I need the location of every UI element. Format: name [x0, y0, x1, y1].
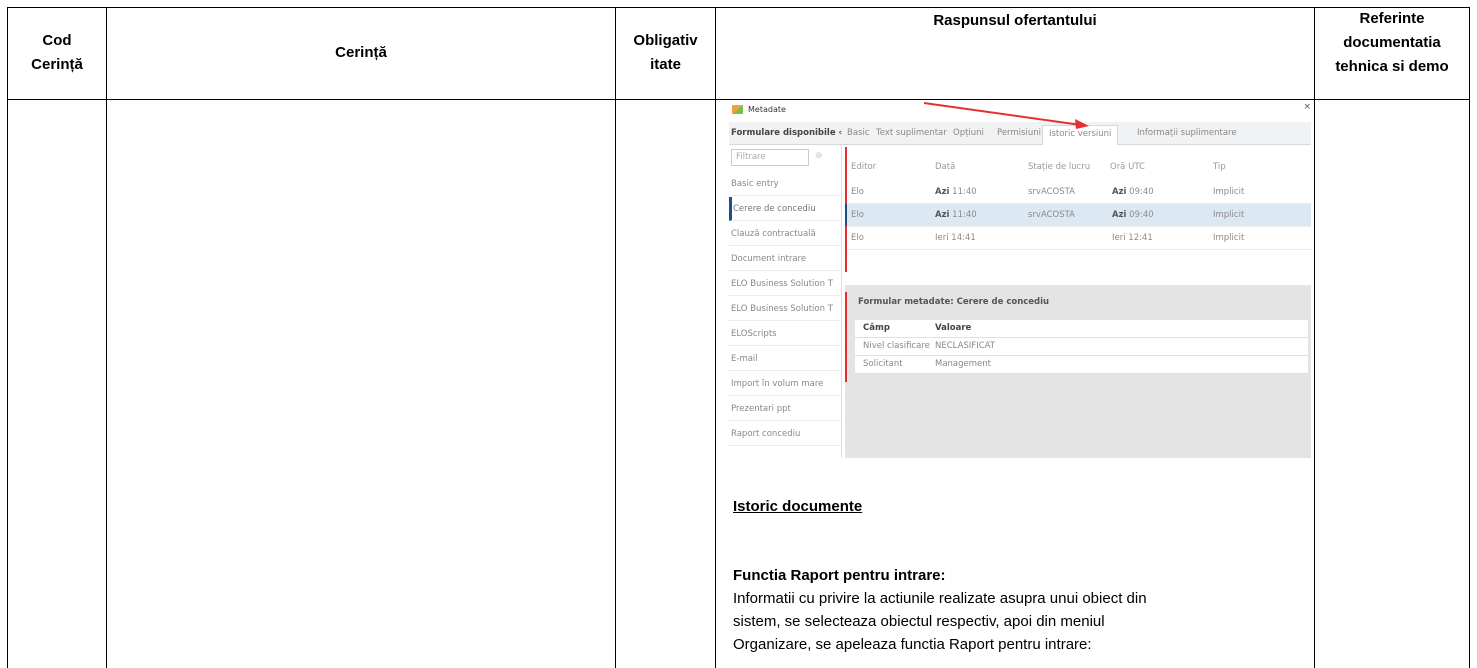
header-obligativ-line2: itate	[650, 56, 681, 73]
header-obligativitate: Obligativ itate	[616, 7, 715, 99]
istoric-documente-heading: Istoric documente	[733, 498, 863, 515]
col-divider-4	[1314, 7, 1315, 668]
cell-data-time: 11:40	[952, 210, 977, 220]
arrow-shaft	[923, 102, 1082, 126]
header-raspuns-label: Raspunsul ofertantului	[933, 12, 1097, 29]
metadata-form-panel: Formular metadate: Cerere de concediu Câ…	[845, 285, 1311, 458]
col-header-editor[interactable]: Editor	[851, 162, 876, 172]
cell-tip: Implicit	[1213, 233, 1245, 243]
cell-editor: Elo	[851, 210, 864, 220]
meta-col-camp: Câmp	[863, 323, 890, 333]
header-cerinta-label: Cerință	[335, 44, 387, 61]
sidebar-item-eloscripts[interactable]: ELOScripts	[729, 322, 841, 346]
col-header-statie[interactable]: Stație de lucru	[1028, 162, 1090, 172]
grid-row-selected[interactable]: Elo Azi 11:40 srvACOSTA Azi 09:40 Implic…	[845, 204, 1311, 227]
metadata-row[interactable]: Nivel clasificare NECLASIFICAT	[855, 338, 1308, 356]
header-raspuns: Raspunsul ofertantului	[716, 7, 1314, 101]
cell-data: Ieri 14:41	[935, 233, 976, 243]
metadata-row[interactable]: Solicitant Management	[855, 356, 1308, 374]
sidebar-item-elo-business-2[interactable]: ELO Business Solution T	[729, 297, 841, 321]
sidebar-item-import-volum-mare[interactable]: Import în volum mare	[729, 372, 841, 396]
grid-row[interactable]: Elo Ieri 14:41 Ieri 12:41 Implicit	[847, 227, 1311, 250]
functia-raport-heading: Functia Raport pentru intrare:	[733, 567, 946, 584]
cell-statie: srvACOSTA	[1028, 210, 1075, 220]
document-page: Cod Cerință Cerință Obligativ itate Raspun…	[0, 0, 1477, 668]
cell-ora-day: Azi	[1112, 187, 1127, 197]
meta-valoare: NECLASIFICAT	[935, 341, 995, 351]
sidebar-item-document-intrare[interactable]: Document intrare	[729, 247, 841, 271]
header-ref-line3: tehnica si demo	[1335, 58, 1449, 75]
cell-ora-time: 09:40	[1129, 210, 1154, 220]
cell-data: Azi 11:40	[935, 187, 977, 197]
paragraph-line-3: Organizare, se apeleaza functia Raport p…	[733, 636, 1092, 653]
cell-editor: Elo	[851, 233, 864, 243]
table-left-border	[7, 7, 8, 668]
meta-valoare: Management	[935, 359, 991, 369]
cell-data-day: Azi	[935, 210, 950, 220]
header-cerinta: Cerință	[107, 7, 615, 99]
col-header-tip[interactable]: Tip	[1213, 162, 1226, 172]
highlight-bar-meta	[845, 292, 847, 382]
header-cod-line2: Cerință	[31, 56, 83, 73]
col-header-data[interactable]: Dată	[935, 162, 955, 172]
sidebar-item-raport-concediu[interactable]: Raport concediu	[729, 422, 841, 446]
table-right-border	[1469, 7, 1470, 668]
cell-ora: Azi 09:40	[1112, 210, 1154, 220]
grid-row[interactable]: Elo Azi 11:40 srvACOSTA Azi 09:40 Implic…	[847, 181, 1311, 204]
paragraph-line-1: Informatii cu privire la actiunile reali…	[733, 590, 1147, 607]
sidebar-item-elo-business-1[interactable]: ELO Business Solution T	[729, 272, 841, 296]
red-arrow-annotation	[923, 102, 1089, 129]
cell-tip: Implicit	[1213, 210, 1245, 220]
col-header-ora-utc[interactable]: Oră UTC	[1110, 162, 1145, 172]
cell-data-time: 11:40	[952, 187, 977, 197]
cell-tip: Implicit	[1213, 187, 1245, 197]
cell-data: Azi 11:40	[935, 210, 977, 220]
arrow-head-icon	[1075, 119, 1089, 129]
meta-col-valoare: Valoare	[935, 323, 972, 333]
cell-ora-time: 09:40	[1129, 187, 1154, 197]
metadata-fields-table: Câmp Valoare Nivel clasificare NECLASIFI…	[855, 320, 1308, 374]
col-divider-3	[715, 7, 716, 668]
col-divider-1	[106, 7, 107, 668]
cell-ora: Azi 09:40	[1112, 187, 1154, 197]
filter-icon: ⊗	[815, 151, 823, 161]
cell-ora: Ieri 12:41	[1112, 233, 1153, 243]
metadata-form-title: Formular metadate: Cerere de concediu	[858, 297, 1050, 307]
cell-ora-day: Azi	[1112, 210, 1127, 220]
cell-statie: srvACOSTA	[1028, 187, 1075, 197]
col-divider-2	[615, 7, 616, 668]
header-obligativ-line1: Obligativ	[633, 32, 698, 49]
sidebar-item-email[interactable]: E-mail	[729, 347, 841, 371]
metadata-table-header: Câmp Valoare	[855, 320, 1308, 338]
sidebar-item-prezentari-ppt[interactable]: Prezentari ppt	[729, 397, 841, 421]
cell-data-day: Azi	[935, 187, 950, 197]
sidebar-item-cerere-de-concediu[interactable]: Cerere de concediu	[729, 197, 841, 221]
forms-sidebar: Filtrare ⊗ Basic entry Cerere de concedi…	[729, 145, 842, 458]
sidebar-item-clauza-contractuala[interactable]: Clauză contractuală	[729, 222, 841, 246]
sidebar-item-basic-entry[interactable]: Basic entry	[729, 172, 841, 196]
metadata-dialog-screenshot: Metadate × Formulare disponibile ‹ Basic…	[729, 102, 1311, 458]
header-cod-line1: Cod	[42, 32, 72, 49]
header-referinte: Referinte documentatia tehnica si demo	[1315, 7, 1469, 99]
header-ref-line2: documentatia	[1343, 34, 1441, 51]
meta-camp: Solicitant	[863, 359, 903, 369]
header-ref-line1: Referinte	[1359, 10, 1425, 27]
header-cod-cerinta: Cod Cerință	[8, 7, 106, 99]
meta-camp: Nivel clasificare	[863, 341, 930, 351]
paragraph-line-2: sistem, se selecteaza obiectul respectiv…	[733, 613, 1105, 630]
filter-input[interactable]: Filtrare	[731, 149, 809, 166]
cell-editor: Elo	[851, 187, 864, 197]
